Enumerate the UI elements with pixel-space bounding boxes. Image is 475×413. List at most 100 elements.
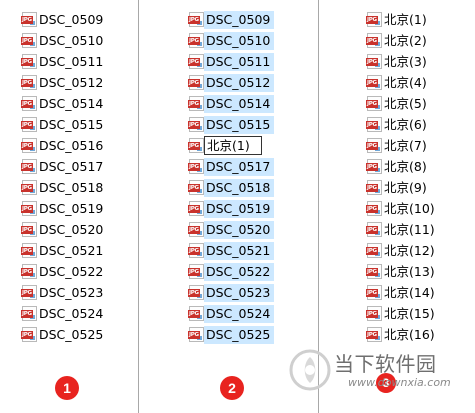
file-item[interactable]: JPG 北京(12) (366, 240, 435, 261)
jpg-file-icon: JPG (21, 264, 37, 279)
file-item[interactable]: JPG 北京(8) (366, 156, 435, 177)
file-item[interactable]: JPG DSC_0515 (21, 114, 104, 135)
file-item[interactable]: JPG DSC_0509 (21, 9, 103, 30)
file-item[interactable]: JPG 北京(9) (366, 177, 435, 198)
file-item[interactable]: JPG DSC_0519 (21, 198, 103, 219)
jpg-file-icon: JPG (366, 12, 382, 27)
file-name: DSC_0522 (39, 263, 104, 279)
jpg-file-icon: JPG (21, 75, 37, 90)
file-item[interactable]: JPG 北京(1) (188, 135, 274, 156)
file-item[interactable]: JPG DSC_0524 (21, 303, 103, 324)
file-item[interactable]: JPG 北京(10) (366, 198, 435, 219)
file-name: 北京(13) (384, 263, 435, 279)
jpg-file-icon: JPG (366, 33, 382, 48)
jpg-file-icon: JPG (21, 117, 37, 132)
file-item[interactable]: JPG DSC_0518 (188, 177, 275, 198)
file-name: DSC_0518 (39, 179, 104, 195)
file-item[interactable]: JPG DSC_0516 (21, 135, 104, 156)
file-item[interactable]: JPG DSC_0514 (188, 93, 275, 114)
file-name: DSC_0524 (204, 304, 275, 323)
jpg-file-icon: JPG (21, 180, 37, 195)
jpg-file-icon: JPG (188, 12, 204, 27)
file-item[interactable]: JPG DSC_0520 (21, 219, 103, 240)
jpg-file-icon: JPG (366, 54, 382, 69)
file-item[interactable]: JPG DSC_0515 (188, 114, 275, 135)
file-item[interactable]: JPG DSC_0512 (188, 72, 275, 93)
file-item[interactable]: JPG DSC_0517 (188, 156, 275, 177)
rename-input[interactable]: 北京(1) (204, 136, 262, 155)
file-item[interactable]: JPG 北京(14) (366, 282, 435, 303)
file-item[interactable]: JPG DSC_0522 (188, 261, 275, 282)
jpg-file-icon: JPG (21, 138, 37, 153)
file-item[interactable]: JPG DSC_0525 (188, 324, 275, 345)
file-name: DSC_0522 (204, 262, 275, 281)
file-item[interactable]: JPG 北京(3) (366, 51, 435, 72)
jpg-file-icon: JPG (366, 222, 382, 237)
file-item[interactable]: JPG 北京(2) (366, 30, 435, 51)
jpg-file-icon: JPG (366, 96, 382, 111)
file-item[interactable]: JPG DSC_0517 (21, 156, 103, 177)
file-name: DSC_0518 (204, 178, 275, 197)
file-name: 北京(4) (384, 74, 427, 90)
jpg-file-icon: JPG (366, 264, 382, 279)
file-item[interactable]: JPG DSC_0510 (21, 30, 104, 51)
file-name: 北京(3) (384, 53, 427, 69)
watermark-url: www.downxia.com (348, 376, 451, 389)
file-list-original: JPG DSC_0509 JPG DSC_0510 JPG DSC_0511 JPG DSC_… (21, 9, 104, 345)
file-item[interactable]: JPG DSC_0521 (21, 240, 103, 261)
watermark-logo-icon (289, 349, 331, 391)
file-list-renamed: JPG 北京(1) JPG 北京(2) JPG 北京(3) JPG 北京(4) JPG 北京(5)… (366, 9, 435, 345)
file-item[interactable]: JPG DSC_0522 (21, 261, 104, 282)
file-item[interactable]: JPG DSC_0514 (21, 93, 103, 114)
file-item[interactable]: JPG DSC_0519 (188, 198, 275, 219)
file-name: 北京(6) (384, 116, 427, 132)
jpg-file-icon: JPG (188, 54, 204, 69)
file-item[interactable]: JPG 北京(15) (366, 303, 435, 324)
file-item[interactable]: JPG DSC_0520 (188, 219, 275, 240)
file-item[interactable]: JPG 北京(11) (366, 219, 435, 240)
file-item[interactable]: JPG DSC_0524 (188, 303, 275, 324)
jpg-file-icon: JPG (21, 327, 37, 342)
file-name: DSC_0516 (39, 137, 104, 153)
file-item[interactable]: JPG DSC_0518 (21, 177, 104, 198)
file-name: 北京(12) (384, 242, 435, 258)
file-item[interactable]: JPG 北京(6) (366, 114, 435, 135)
file-name: DSC_0525 (204, 325, 275, 344)
file-item[interactable]: JPG DSC_0512 (21, 72, 104, 93)
file-name: DSC_0510 (39, 32, 104, 48)
file-list-selected: JPG DSC_0509 JPG DSC_0510 JPG DSC_0511 JPG DSC_… (188, 9, 275, 345)
file-name: DSC_0520 (204, 220, 275, 239)
file-name: DSC_0515 (39, 116, 104, 132)
file-name: 北京(8) (384, 158, 427, 174)
file-name: 北京(5) (384, 95, 427, 111)
jpg-file-icon: JPG (188, 33, 204, 48)
file-item[interactable]: JPG DSC_0511 (21, 51, 103, 72)
file-item[interactable]: JPG 北京(16) (366, 324, 435, 345)
file-name: 北京(1) (384, 11, 427, 27)
jpg-file-icon: JPG (366, 327, 382, 342)
jpg-file-icon: JPG (188, 285, 204, 300)
jpg-file-icon: JPG (366, 306, 382, 321)
jpg-file-icon: JPG (366, 75, 382, 90)
jpg-file-icon: JPG (21, 285, 37, 300)
file-item[interactable]: JPG 北京(5) (366, 93, 435, 114)
file-item[interactable]: JPG DSC_0523 (188, 282, 275, 303)
file-item[interactable]: JPG 北京(4) (366, 72, 435, 93)
file-item[interactable]: JPG 北京(13) (366, 261, 435, 282)
jpg-file-icon: JPG (366, 201, 382, 216)
jpg-file-icon: JPG (188, 201, 204, 216)
jpg-file-icon: JPG (188, 264, 204, 279)
file-name: 北京(16) (384, 326, 435, 342)
jpg-file-icon: JPG (188, 138, 204, 153)
step-badge-1: 1 (55, 376, 79, 400)
file-item[interactable]: JPG DSC_0521 (188, 240, 275, 261)
file-name: DSC_0512 (39, 74, 104, 90)
file-item[interactable]: JPG DSC_0525 (21, 324, 103, 345)
jpg-file-icon: JPG (21, 201, 37, 216)
file-item[interactable]: JPG DSC_0523 (21, 282, 103, 303)
file-item[interactable]: JPG DSC_0511 (188, 51, 275, 72)
file-item[interactable]: JPG DSC_0509 (188, 9, 275, 30)
file-item[interactable]: JPG 北京(1) (366, 9, 435, 30)
file-item[interactable]: JPG DSC_0510 (188, 30, 275, 51)
file-item[interactable]: JPG 北京(7) (366, 135, 435, 156)
